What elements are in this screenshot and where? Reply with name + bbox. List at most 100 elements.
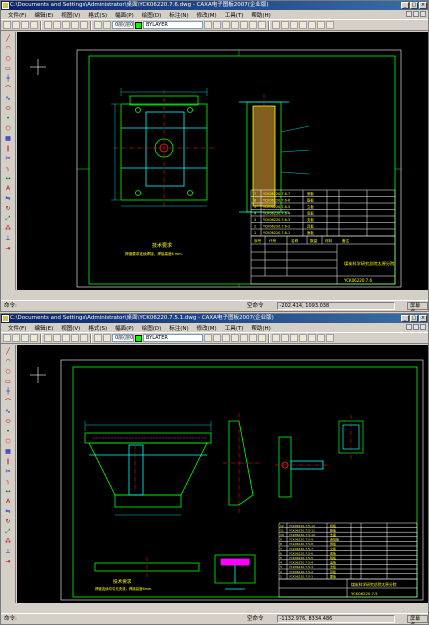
scale-tool-icon[interactable]: ⤢ [3, 527, 13, 536]
menu-edit[interactable]: 编辑(E) [30, 324, 57, 332]
snap-mode[interactable]: 屏幕点 [407, 615, 428, 624]
save-icon[interactable] [21, 21, 29, 29]
close-button[interactable]: × [419, 315, 427, 322]
mdi-minimize-button[interactable] [406, 324, 412, 330]
paste-icon[interactable] [62, 334, 70, 342]
arc-tool-icon[interactable]: ◠ [3, 357, 13, 366]
maximize-button[interactable]: □ [410, 2, 418, 9]
menu-help[interactable]: 帮助(H) [247, 324, 274, 332]
circle-tool-icon[interactable]: ○ [3, 367, 13, 376]
spline-tool-icon[interactable]: ∿ [3, 94, 13, 103]
break-tool-icon[interactable]: ⊥ [3, 547, 13, 556]
mdi-minimize-button[interactable] [406, 11, 412, 17]
print-icon[interactable] [30, 21, 38, 29]
zoom-window-icon[interactable] [240, 334, 248, 342]
polygon-tool-icon[interactable]: ⬡ [3, 124, 13, 133]
close-button[interactable]: × [419, 2, 427, 9]
zoom-all-icon[interactable] [249, 334, 257, 342]
rotate-tool-icon[interactable]: ↻ [3, 204, 13, 213]
menu-dimension[interactable]: 标注(N) [165, 11, 192, 19]
color-swatch[interactable] [135, 334, 142, 342]
point-tool-icon[interactable]: • [3, 427, 13, 436]
centerline-tool-icon[interactable]: ┼ [3, 74, 13, 83]
menu-draw[interactable]: 绘图(D) [138, 11, 166, 19]
hatch-tool-icon[interactable]: ▦ [3, 134, 13, 143]
redraw-icon[interactable] [258, 21, 266, 29]
rectangle-tool-icon[interactable]: ▭ [3, 64, 13, 73]
array-tool-icon[interactable]: ⁂ [3, 224, 13, 233]
open-file-icon[interactable] [12, 21, 20, 29]
pan-icon[interactable] [231, 21, 239, 29]
title-bar[interactable]: C:\Documents and Settings\Administrator\… [1, 1, 428, 10]
rectangle-tool-icon[interactable]: ▭ [3, 377, 13, 386]
ortho-icon[interactable] [317, 334, 325, 342]
pan-icon[interactable] [231, 334, 239, 342]
snap-icon[interactable] [326, 21, 334, 29]
layer-combo[interactable]: 0层(层0) [112, 334, 134, 342]
menu-view[interactable]: 视图(V) [57, 324, 84, 332]
extend-tool-icon[interactable]: ⇥ [3, 557, 13, 566]
extend-tool-icon[interactable]: ⇥ [3, 244, 13, 253]
properties-icon[interactable] [272, 21, 280, 29]
menu-tools[interactable]: 工具(T) [221, 11, 248, 19]
title-bar[interactable]: C:\Documents and Settings\Administrator\… [1, 314, 428, 323]
polygon-tool-icon[interactable]: ⬡ [3, 437, 13, 446]
drawing-canvas[interactable]: 7 YCK06220.7.6-7 侧板 6 YCK06220.7.6-6 筋板 … [17, 32, 428, 290]
command-prompt[interactable]: 命令: [4, 614, 241, 624]
copy-icon[interactable] [53, 334, 61, 342]
zoom-out-icon[interactable] [222, 334, 230, 342]
dimension-tool-icon[interactable]: ↔ [3, 174, 13, 183]
zoom-window-icon[interactable] [240, 21, 248, 29]
dimension-tool-icon[interactable]: ↔ [3, 487, 13, 496]
grid-icon[interactable] [308, 334, 316, 342]
offset-tool-icon[interactable]: ∥ [3, 457, 13, 466]
menu-dimension[interactable]: 标注(N) [165, 324, 192, 332]
mirror-tool-icon[interactable]: ⇋ [3, 194, 13, 203]
text-tool-icon[interactable]: A [3, 497, 13, 506]
layer-icon[interactable] [94, 334, 102, 342]
open-file-icon[interactable] [12, 334, 20, 342]
help-icon[interactable] [290, 21, 298, 29]
ortho-icon[interactable] [317, 21, 325, 29]
snap-icon[interactable] [326, 334, 334, 342]
match-icon[interactable] [281, 21, 289, 29]
pointer-icon[interactable] [299, 21, 307, 29]
line-tool-icon[interactable]: ╱ [3, 34, 13, 43]
zoom-in-icon[interactable] [213, 334, 221, 342]
linetype-dropdown-icon[interactable] [204, 334, 212, 342]
copy-icon[interactable] [53, 21, 61, 29]
redo-icon[interactable] [80, 334, 88, 342]
trim-tool-icon[interactable]: ✂ [3, 154, 13, 163]
help-icon[interactable] [290, 334, 298, 342]
offset-tool-icon[interactable]: ∥ [3, 144, 13, 153]
menu-help[interactable]: 帮助(H) [247, 11, 274, 19]
menu-sheet[interactable]: 幅面(P) [111, 324, 138, 332]
print-icon[interactable] [30, 334, 38, 342]
arc-tool-icon[interactable]: ◠ [3, 44, 13, 53]
menu-edit[interactable]: 编辑(E) [30, 11, 57, 19]
line-tool-icon[interactable]: ╱ [3, 347, 13, 356]
spline-tool-icon[interactable]: ∿ [3, 407, 13, 416]
match-icon[interactable] [281, 334, 289, 342]
polyline-tool-icon[interactable]: ⌒ [3, 397, 13, 406]
color-swatch[interactable] [135, 21, 142, 29]
redo-icon[interactable] [80, 21, 88, 29]
trim-tool-icon[interactable]: ✂ [3, 467, 13, 476]
mdi-close-button[interactable] [420, 11, 426, 17]
save-icon[interactable] [21, 334, 29, 342]
properties-icon[interactable] [272, 334, 280, 342]
layer-combo[interactable]: 0层(层0) [112, 21, 134, 29]
minimize-button[interactable]: _ [401, 315, 409, 322]
bulb-icon[interactable] [103, 21, 111, 29]
fillet-tool-icon[interactable]: ╮ [3, 164, 13, 173]
menu-file[interactable]: 文件(F) [4, 11, 30, 19]
pointer-icon[interactable] [299, 334, 307, 342]
cut-icon[interactable] [44, 334, 52, 342]
menu-file[interactable]: 文件(F) [4, 324, 30, 332]
polyline-tool-icon[interactable]: ⌒ [3, 84, 13, 93]
array-tool-icon[interactable]: ⁂ [3, 537, 13, 546]
command-prompt[interactable]: 命令: [4, 301, 241, 311]
linetype-combo[interactable]: BYLATER [143, 334, 203, 342]
redraw-icon[interactable] [258, 334, 266, 342]
break-tool-icon[interactable]: ⊥ [3, 234, 13, 243]
